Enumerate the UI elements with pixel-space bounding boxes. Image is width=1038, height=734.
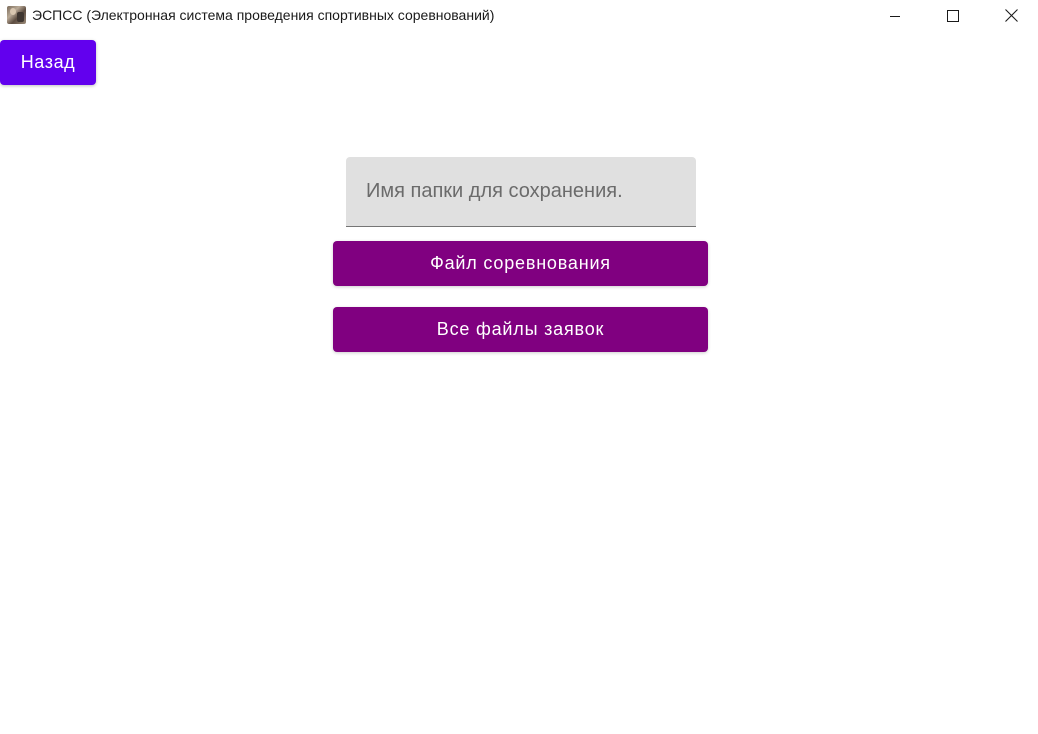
minimize-icon	[890, 15, 900, 17]
app-photo-icon	[7, 6, 26, 24]
title-bar: ЭСПСС (Электронная система проведения сп…	[0, 0, 1038, 31]
competition-file-button[interactable]: Файл соревнования	[333, 241, 708, 286]
close-icon	[1004, 9, 1018, 22]
folder-name-input[interactable]	[346, 157, 696, 226]
maximize-button[interactable]	[930, 0, 976, 31]
folder-name-field[interactable]	[346, 157, 696, 227]
back-button[interactable]: Назад	[0, 40, 96, 85]
app-window: ЭСПСС (Электронная система проведения сп…	[0, 0, 1038, 734]
all-applications-button[interactable]: Все файлы заявок	[333, 307, 708, 352]
maximize-icon	[947, 9, 959, 22]
minimize-button[interactable]	[872, 0, 918, 31]
close-button[interactable]	[988, 0, 1034, 31]
window-title: ЭСПСС (Электронная система проведения сп…	[32, 7, 495, 23]
